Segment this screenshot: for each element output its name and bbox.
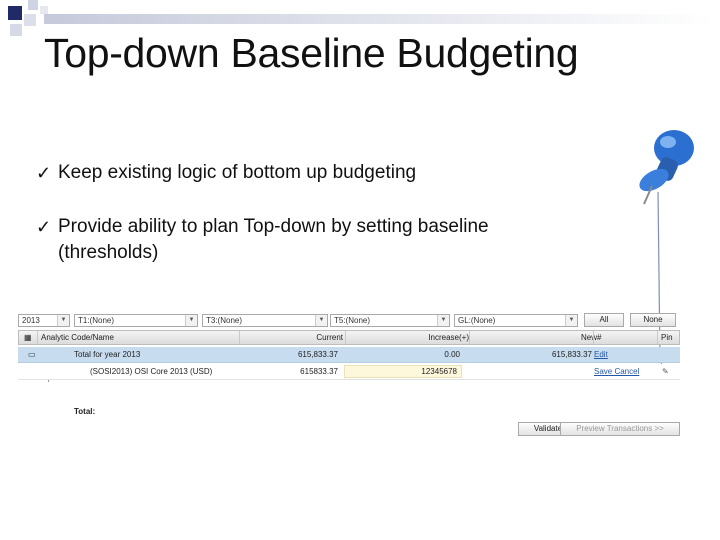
bullet-item: ✓ Keep existing logic of bottom up budge… <box>36 160 596 186</box>
gl-select[interactable]: GL:(None) ▼ <box>454 314 578 327</box>
filter-bar: 2013 ▼ T1:(None) ▼ T3:(None) ▼ T5:(None)… <box>18 312 680 328</box>
bullet-list: ✓ Keep existing logic of bottom up budge… <box>36 160 596 294</box>
chevron-down-icon: ▼ <box>437 315 449 326</box>
chevron-down-icon: ▼ <box>185 315 197 326</box>
increase-input[interactable]: 12345678 <box>344 365 462 378</box>
deco-square <box>24 14 36 26</box>
table-row[interactable]: ▭ Total for year 2013 615,833.37 0.00 61… <box>18 347 680 363</box>
t3-select[interactable]: T3:(None) ▼ <box>202 314 328 327</box>
none-button[interactable]: None <box>630 313 676 327</box>
column-header[interactable]: New <box>469 331 601 344</box>
row-new: 615,833.37 <box>551 350 592 359</box>
column-header[interactable]: Pin <box>657 331 681 344</box>
deco-square <box>8 6 22 20</box>
chevron-down-icon: ▼ <box>315 315 327 326</box>
all-button[interactable]: All <box>584 313 624 327</box>
column-header[interactable]: Increase(+) <box>345 331 473 344</box>
title-rule <box>44 14 714 24</box>
column-header[interactable]: Analytic Code/Name <box>37 331 114 344</box>
column-header[interactable]: Current <box>239 331 347 344</box>
bullet-text: Provide ability to plan Top-down by sett… <box>58 216 489 263</box>
year-select-value: 2013 <box>22 316 40 325</box>
t3-select-value: T3:(None) <box>206 316 243 325</box>
collapse-icon[interactable]: ▭ <box>28 348 36 362</box>
chevron-down-icon: ▼ <box>57 315 69 326</box>
row-increase: 0.00 <box>444 350 460 359</box>
chevron-down-icon: ▼ <box>565 315 577 326</box>
t1-select[interactable]: T1:(None) ▼ <box>74 314 198 327</box>
deco-square <box>40 6 48 14</box>
checkmark-icon: ✓ <box>36 217 52 237</box>
gl-select-value: GL:(None) <box>458 316 496 325</box>
grid-icon: ▦ <box>24 333 32 342</box>
column-header[interactable]: # <box>593 331 657 344</box>
save-cancel-links[interactable]: Save Cancel <box>594 365 639 379</box>
edit-link[interactable]: Edit <box>594 348 608 362</box>
total-label: Total: <box>74 407 96 416</box>
pin-icon[interactable]: ✎ <box>662 365 669 379</box>
row-name: Total for year 2013 <box>74 350 141 359</box>
preview-transactions-button[interactable]: Preview Transactions >> <box>560 422 680 436</box>
deco-square <box>28 0 38 10</box>
t5-select[interactable]: T5:(None) ▼ <box>330 314 450 327</box>
checkmark-icon: ✓ <box>36 163 52 183</box>
year-select[interactable]: 2013 ▼ <box>18 314 70 327</box>
row-name: (SOSI2013) OSI Core 2013 (USD) <box>90 367 213 376</box>
slide-title: Top-down Baseline Budgeting <box>44 30 579 76</box>
budget-grid-screenshot: 2013 ▼ T1:(None) ▼ T3:(None) ▼ T5:(None)… <box>18 312 680 436</box>
table-row[interactable]: (SOSI2013) OSI Core 2013 (USD) 615833.37… <box>18 364 680 380</box>
t1-select-value: T1:(None) <box>78 316 115 325</box>
bullet-item: ✓ Provide ability to plan Top-down by se… <box>36 214 498 266</box>
t5-select-value: T5:(None) <box>334 316 371 325</box>
bullet-text: Keep existing logic of bottom up budgeti… <box>58 162 417 183</box>
deco-square <box>10 24 22 36</box>
row-current: 615833.37 <box>300 367 338 376</box>
row-current: 615,833.37 <box>297 350 338 359</box>
table-header: ▦ Analytic Code/Name Current Increase(+)… <box>18 330 680 345</box>
